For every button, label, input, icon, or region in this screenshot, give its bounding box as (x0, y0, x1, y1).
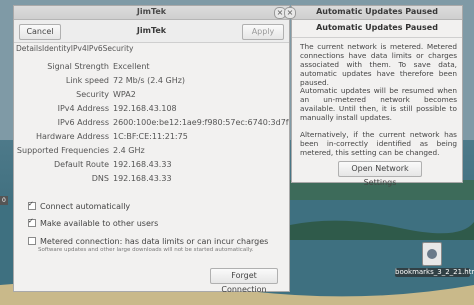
tab-bar: DetailsIdentityIPv4IPv6Security (16, 44, 133, 53)
window-title: JimTek (136, 7, 167, 16)
detail-value: 192.168.43.108 (113, 104, 177, 113)
detail-label: Default Route (54, 160, 109, 169)
divider (292, 37, 462, 38)
detail-label: IPv4 Address (57, 104, 109, 113)
detail-row: DNS 192.168.43.33 (14, 174, 289, 185)
detail-value: 1C:BF:CE:11:21:75 (113, 132, 188, 141)
detail-value: 192.168.43.33 (113, 160, 172, 169)
detail-value: 2600:100e:be12:1ae9:f980:57ec:6740:3d7f (113, 118, 289, 127)
checkbox-label: Metered connection: has data limits or c… (40, 237, 269, 246)
tab-ipv4[interactable]: IPv4 (71, 44, 87, 53)
detail-label: Security (76, 90, 109, 99)
open-network-settings-button[interactable]: Open Network Settings (338, 161, 422, 187)
checkbox-icon[interactable] (28, 237, 36, 245)
detail-row: IPv4 Address 192.168.43.108 (14, 104, 289, 115)
checkbox-icon[interactable] (28, 200, 36, 210)
tab-ipv6[interactable]: IPv6 (87, 44, 103, 53)
detail-label: Link speed (65, 76, 109, 85)
header-bar: Cancel JimTek Apply (14, 20, 289, 43)
detail-row: Security WPA2 (14, 90, 289, 101)
make-available-checkbox[interactable]: Make available to other users (28, 217, 159, 228)
metered-sublabel: Software updates and other large downloa… (38, 247, 254, 253)
dialog-paragraph: Automatic updates will be resumed when a… (300, 86, 457, 122)
detail-label: Supported Frequencies (16, 146, 109, 155)
detail-value: 2.4 GHz (113, 146, 145, 155)
network-settings-window: JimTek × Cancel JimTek Apply DetailsIden… (13, 5, 290, 294)
detail-row: IPv6 Address 2600:100e:be12:1ae9:f980:57… (14, 118, 289, 129)
desktop-file-label[interactable]: bookmarks_3_2_21.html (395, 268, 474, 277)
checkbox-label: Connect automatically (40, 202, 131, 211)
window-title: Automatic Updates Paused (316, 7, 438, 16)
detail-value: Excellent (113, 62, 150, 71)
detail-label: IPv6 Address (57, 118, 109, 127)
detail-value: 72 Mb/s (2.4 GHz) (113, 76, 186, 85)
dialog-paragraph: The current network is metered. Metered … (300, 42, 457, 87)
tab-security[interactable]: Security (103, 44, 134, 53)
dialog-paragraph: Alternatively, if the current network ha… (300, 130, 457, 157)
html-file-icon[interactable] (422, 242, 442, 266)
tab-details[interactable]: Details (16, 44, 42, 53)
detail-row: Default Route 192.168.43.33 (14, 160, 289, 171)
metered-connection-checkbox[interactable]: Metered connection: has data limits or c… (28, 237, 268, 246)
checkbox-icon[interactable] (28, 217, 36, 227)
apply-button[interactable]: Apply (242, 24, 284, 40)
detail-label: Signal Strength (47, 62, 109, 71)
detail-label: Hardware Address (35, 132, 109, 141)
connect-automatically-checkbox[interactable]: Connect automatically (28, 200, 131, 211)
forget-connection-button[interactable]: Forget Connection (210, 268, 278, 294)
checkbox-label: Make available to other users (40, 219, 159, 228)
detail-row: Link speed 72 Mb/s (2.4 GHz) (14, 76, 289, 87)
detail-value: WPA2 (113, 90, 136, 99)
updates-paused-dialog: × Automatic Updates Paused Automatic Upd… (284, 5, 463, 187)
window-titlebar[interactable]: × Automatic Updates Paused (284, 6, 462, 20)
detail-row: Supported Frequencies 2.4 GHz (14, 146, 289, 157)
detail-label: DNS (91, 174, 109, 183)
desktop-side-label: 0 (0, 196, 8, 205)
tab-identity[interactable]: Identity (42, 44, 71, 53)
window-titlebar[interactable]: JimTek × (14, 6, 289, 20)
detail-row: Hardware Address 1C:BF:CE:11:21:75 (14, 132, 289, 143)
detail-value: 192.168.43.33 (113, 174, 172, 183)
detail-row: Signal Strength Excellent (14, 62, 289, 73)
dialog-heading: Automatic Updates Paused (316, 23, 438, 32)
